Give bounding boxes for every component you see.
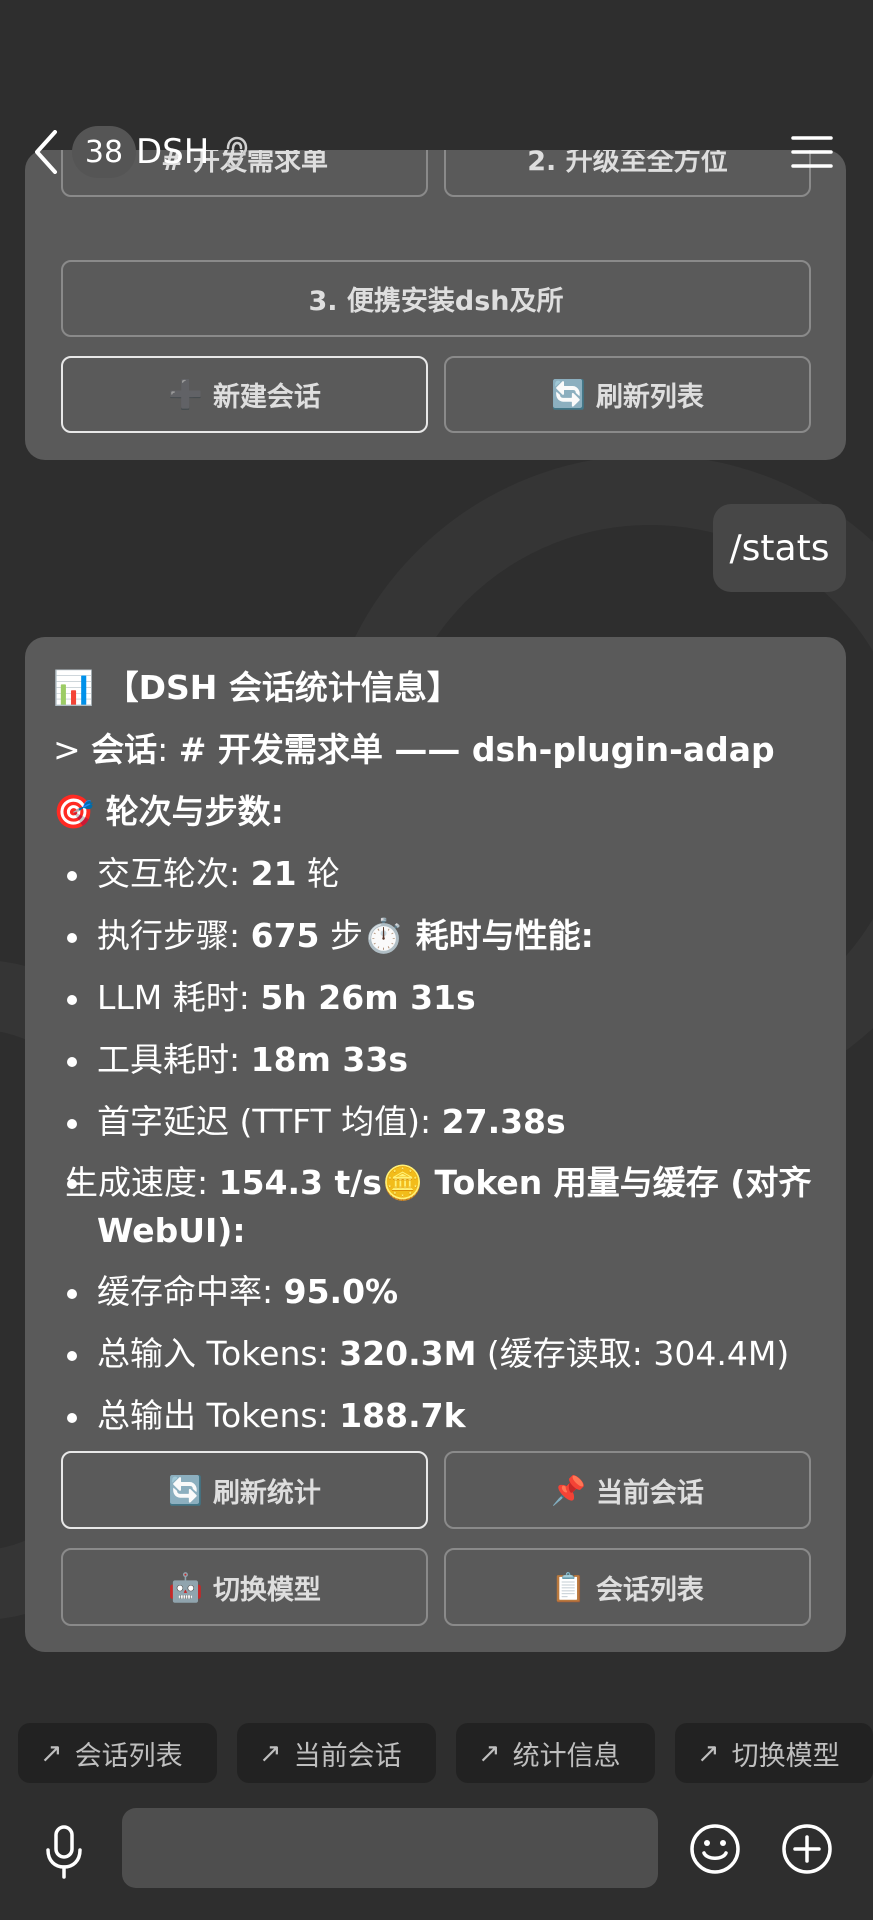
session-actions-card: # 开发需求单 2. 升级至全方位 3. 便携安装dsh及所 ➕ 新建会话 🔄 … bbox=[25, 150, 846, 460]
pin-icon: 📌 bbox=[551, 1473, 586, 1507]
session-line: > 会话: # 开发需求单 —— dsh-plugin-adap bbox=[53, 719, 823, 781]
current-session-label: 当前会话 bbox=[595, 1477, 704, 1509]
speed-item: 生成速度: 154.3 t/s🪙 Token 用量与缓存 (对齐 WebUI): bbox=[53, 1153, 823, 1261]
input-bar bbox=[0, 1800, 873, 1920]
ear-icon bbox=[226, 136, 248, 169]
llm-time-value: 5h 26m 31s bbox=[260, 978, 476, 1017]
plus-icon: ➕ bbox=[168, 378, 203, 411]
arrow-up-right-icon: ↗ bbox=[259, 1737, 282, 1769]
steps-value: 675 bbox=[250, 916, 320, 955]
message-input[interactable] bbox=[122, 1808, 658, 1888]
cache-hit-label: 缓存命中率: bbox=[97, 1272, 284, 1311]
new-session-label: 新建会话 bbox=[212, 382, 321, 413]
quick-action-switch-model[interactable]: ↗ 切换模型 bbox=[675, 1723, 873, 1783]
current-session-button[interactable]: 📌 当前会话 bbox=[444, 1451, 811, 1529]
stats-content: 📊 【DSH 会话统计信息】 > 会话: # 开发需求单 —— dsh-plug… bbox=[53, 657, 823, 1447]
clipboard-icon: 📋 bbox=[551, 1570, 586, 1604]
switch-model-label: 切换模型 bbox=[212, 1574, 321, 1606]
switch-model-button[interactable]: 🤖 切换模型 bbox=[61, 1548, 428, 1626]
chevron-left-icon bbox=[35, 130, 57, 174]
timing-heading: 耗时与性能: bbox=[404, 916, 594, 955]
session-list-button[interactable]: 📋 会话列表 bbox=[444, 1548, 811, 1626]
output-tokens-value: 188.7k bbox=[339, 1396, 466, 1435]
refresh-icon: 🔄 bbox=[551, 378, 586, 411]
turns-unit: 轮 bbox=[296, 854, 341, 893]
add-icon[interactable] bbox=[780, 1822, 834, 1876]
cache-read-text: (缓存读取: 304.4M) bbox=[476, 1334, 790, 1373]
chat-header: 38 DSH bbox=[0, 120, 873, 184]
tool-time-value: 18m 33s bbox=[250, 1040, 408, 1079]
arrow-up-right-icon: ↗ bbox=[40, 1737, 63, 1769]
target-icon: 🎯 bbox=[53, 792, 95, 831]
unread-count-badge: 38 bbox=[72, 126, 136, 178]
turns-value: 21 bbox=[250, 854, 297, 893]
quick-action-stats[interactable]: ↗ 统计信息 bbox=[456, 1723, 655, 1783]
ttft-item: 首字延迟 (TTFT 均值): 27.38s bbox=[53, 1091, 823, 1153]
rounds-heading: 轮次与步数: bbox=[105, 792, 284, 831]
arrow-up-right-icon: ↗ bbox=[697, 1737, 720, 1769]
ttft-value: 27.38s bbox=[441, 1102, 566, 1141]
emoji-icon[interactable] bbox=[688, 1822, 742, 1876]
menu-icon bbox=[791, 136, 833, 168]
quick-action-label: 会话列表 bbox=[74, 1740, 183, 1772]
quick-action-session-list[interactable]: ↗ 会话列表 bbox=[18, 1723, 217, 1783]
user-message-bubble: /stats bbox=[713, 504, 846, 592]
refresh-stats-label: 刷新统计 bbox=[212, 1477, 321, 1509]
stats-title-line: 📊 【DSH 会话统计信息】 bbox=[53, 657, 823, 719]
chart-icon: 📊 bbox=[53, 668, 95, 707]
tool-time-item: 工具耗时: 18m 33s bbox=[53, 1029, 823, 1091]
arrow-up-right-icon: ↗ bbox=[478, 1737, 501, 1769]
speed-label: 生成速度: bbox=[65, 1163, 219, 1202]
refresh-stats-button[interactable]: 🔄 刷新统计 bbox=[61, 1451, 428, 1529]
quick-action-label: 切换模型 bbox=[731, 1740, 840, 1772]
speed-value: 154.3 t/s bbox=[218, 1163, 382, 1202]
refresh-list-button[interactable]: 🔄 刷新列表 bbox=[444, 356, 811, 433]
turns-item: 交互轮次: 21 轮 bbox=[53, 843, 823, 905]
rounds-heading-line: 🎯 轮次与步数: bbox=[53, 781, 823, 843]
output-tokens-item: 总输出 Tokens: 188.7k bbox=[53, 1385, 823, 1447]
turns-label: 交互轮次: bbox=[97, 854, 251, 893]
coin-icon: 🪙 bbox=[381, 1163, 424, 1202]
stats-title: 【DSH 会话统计信息】 bbox=[105, 668, 460, 707]
colon: : bbox=[157, 730, 179, 769]
steps-unit: 步 bbox=[319, 916, 363, 955]
microphone-icon[interactable] bbox=[44, 1824, 84, 1880]
new-session-button[interactable]: ➕ 新建会话 bbox=[61, 356, 428, 433]
session-item-button-3[interactable]: 3. 便携安装dsh及所 bbox=[61, 260, 811, 337]
quick-action-current-session[interactable]: ↗ 当前会话 bbox=[237, 1723, 436, 1783]
session-label: 会话 bbox=[91, 730, 158, 769]
quick-action-label: 当前会话 bbox=[293, 1740, 402, 1772]
session-item-label: 3. 便携安装dsh及所 bbox=[308, 286, 564, 317]
chat-title: DSH bbox=[136, 132, 210, 172]
session-value: # 开发需求单 —— dsh-plugin-adap bbox=[178, 730, 775, 769]
llm-time-item: LLM 耗时: 5h 26m 31s bbox=[53, 967, 823, 1029]
tool-time-label: 工具耗时: bbox=[97, 1040, 251, 1079]
ttft-label: 首字延迟 (TTFT 均值): bbox=[97, 1102, 442, 1141]
back-button[interactable] bbox=[28, 128, 64, 176]
stopwatch-icon: ⏱️ bbox=[363, 916, 405, 955]
cache-hit-value: 95.0% bbox=[283, 1272, 399, 1311]
llm-time-label: LLM 耗时: bbox=[97, 978, 261, 1017]
robot-icon: 🤖 bbox=[168, 1570, 203, 1604]
input-tokens-item: 总输入 Tokens: 320.3M (缓存读取: 304.4M) bbox=[53, 1323, 823, 1385]
menu-button[interactable] bbox=[791, 132, 833, 172]
input-tokens-value: 320.3M bbox=[339, 1334, 477, 1373]
refresh-list-label: 刷新列表 bbox=[595, 382, 704, 413]
quick-actions-row: ↗ 会话列表 ↗ 当前会话 ↗ 统计信息 ↗ 切换模型 bbox=[18, 1723, 873, 1783]
quote-marker: > bbox=[53, 730, 92, 769]
steps-label: 执行步骤: bbox=[97, 916, 251, 955]
stats-card: 📊 【DSH 会话统计信息】 > 会话: # 开发需求单 —— dsh-plug… bbox=[25, 637, 846, 1652]
quick-action-label: 统计信息 bbox=[512, 1740, 621, 1772]
user-message-text: /stats bbox=[729, 527, 830, 569]
cache-hit-item: 缓存命中率: 95.0% bbox=[53, 1261, 823, 1323]
steps-item: 执行步骤: 675 步⏱️ 耗时与性能: bbox=[53, 905, 823, 967]
input-tokens-label: 总输入 Tokens: bbox=[97, 1334, 340, 1373]
session-list-label: 会话列表 bbox=[595, 1574, 704, 1606]
output-tokens-label: 总输出 Tokens: bbox=[97, 1396, 340, 1435]
refresh-icon: 🔄 bbox=[168, 1473, 203, 1507]
